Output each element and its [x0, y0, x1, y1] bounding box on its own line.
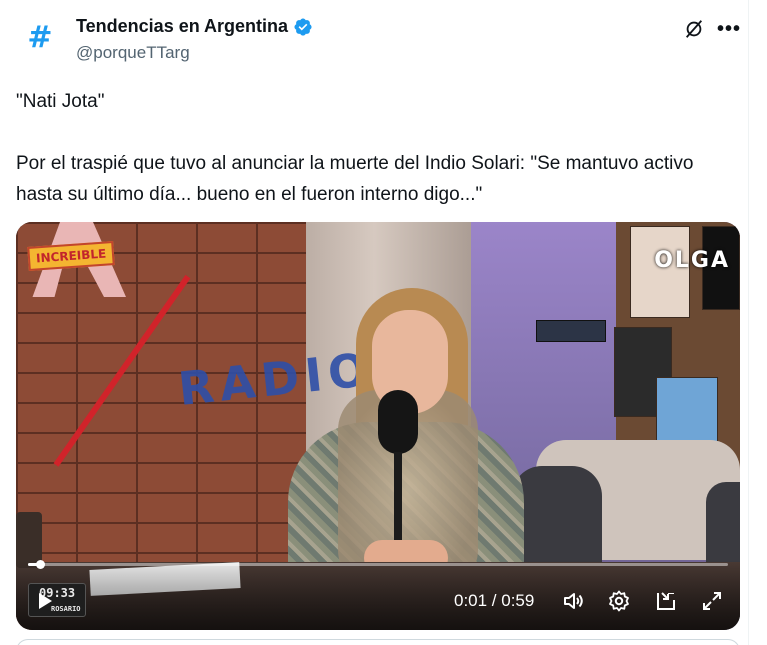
settings-icon[interactable]	[606, 588, 632, 614]
channel-watermark: OLGA	[654, 248, 730, 273]
grok-glyph-icon	[685, 20, 703, 38]
studio-clock-city: ROSARIO	[51, 605, 81, 613]
grok-icon[interactable]	[681, 16, 707, 42]
verified-badge-icon	[294, 17, 312, 36]
more-options-icon[interactable]: •••	[716, 16, 742, 42]
wall-sign-box	[536, 320, 606, 342]
author-display-name[interactable]: Tendencias en Argentina	[76, 16, 288, 37]
fullscreen-icon[interactable]	[699, 588, 725, 614]
video-time-display: 0:01 / 0:59	[454, 591, 535, 610]
author-name-row[interactable]: Tendencias en Argentina	[76, 16, 313, 37]
card-divider	[748, 0, 749, 645]
hashtag-avatar-glyph: #	[27, 20, 53, 55]
poster	[656, 377, 718, 447]
volume-icon[interactable]	[560, 588, 586, 614]
progress-bar[interactable]	[28, 560, 728, 569]
author-handle[interactable]: @porqueTTarg	[76, 43, 190, 63]
microphone	[378, 390, 418, 454]
dock-icon[interactable]	[653, 588, 679, 614]
progress-knob[interactable]	[36, 560, 45, 569]
video-player[interactable]: INCREIBLE RADIO OLGA 09:33 ROSARIO 0:01 …	[16, 222, 740, 630]
next-card-edge	[16, 639, 740, 645]
tweet-text: "Nati Jota" Por el traspié que tuvo al a…	[16, 91, 694, 205]
avatar[interactable]: #	[16, 14, 64, 62]
play-icon[interactable]	[36, 592, 54, 610]
